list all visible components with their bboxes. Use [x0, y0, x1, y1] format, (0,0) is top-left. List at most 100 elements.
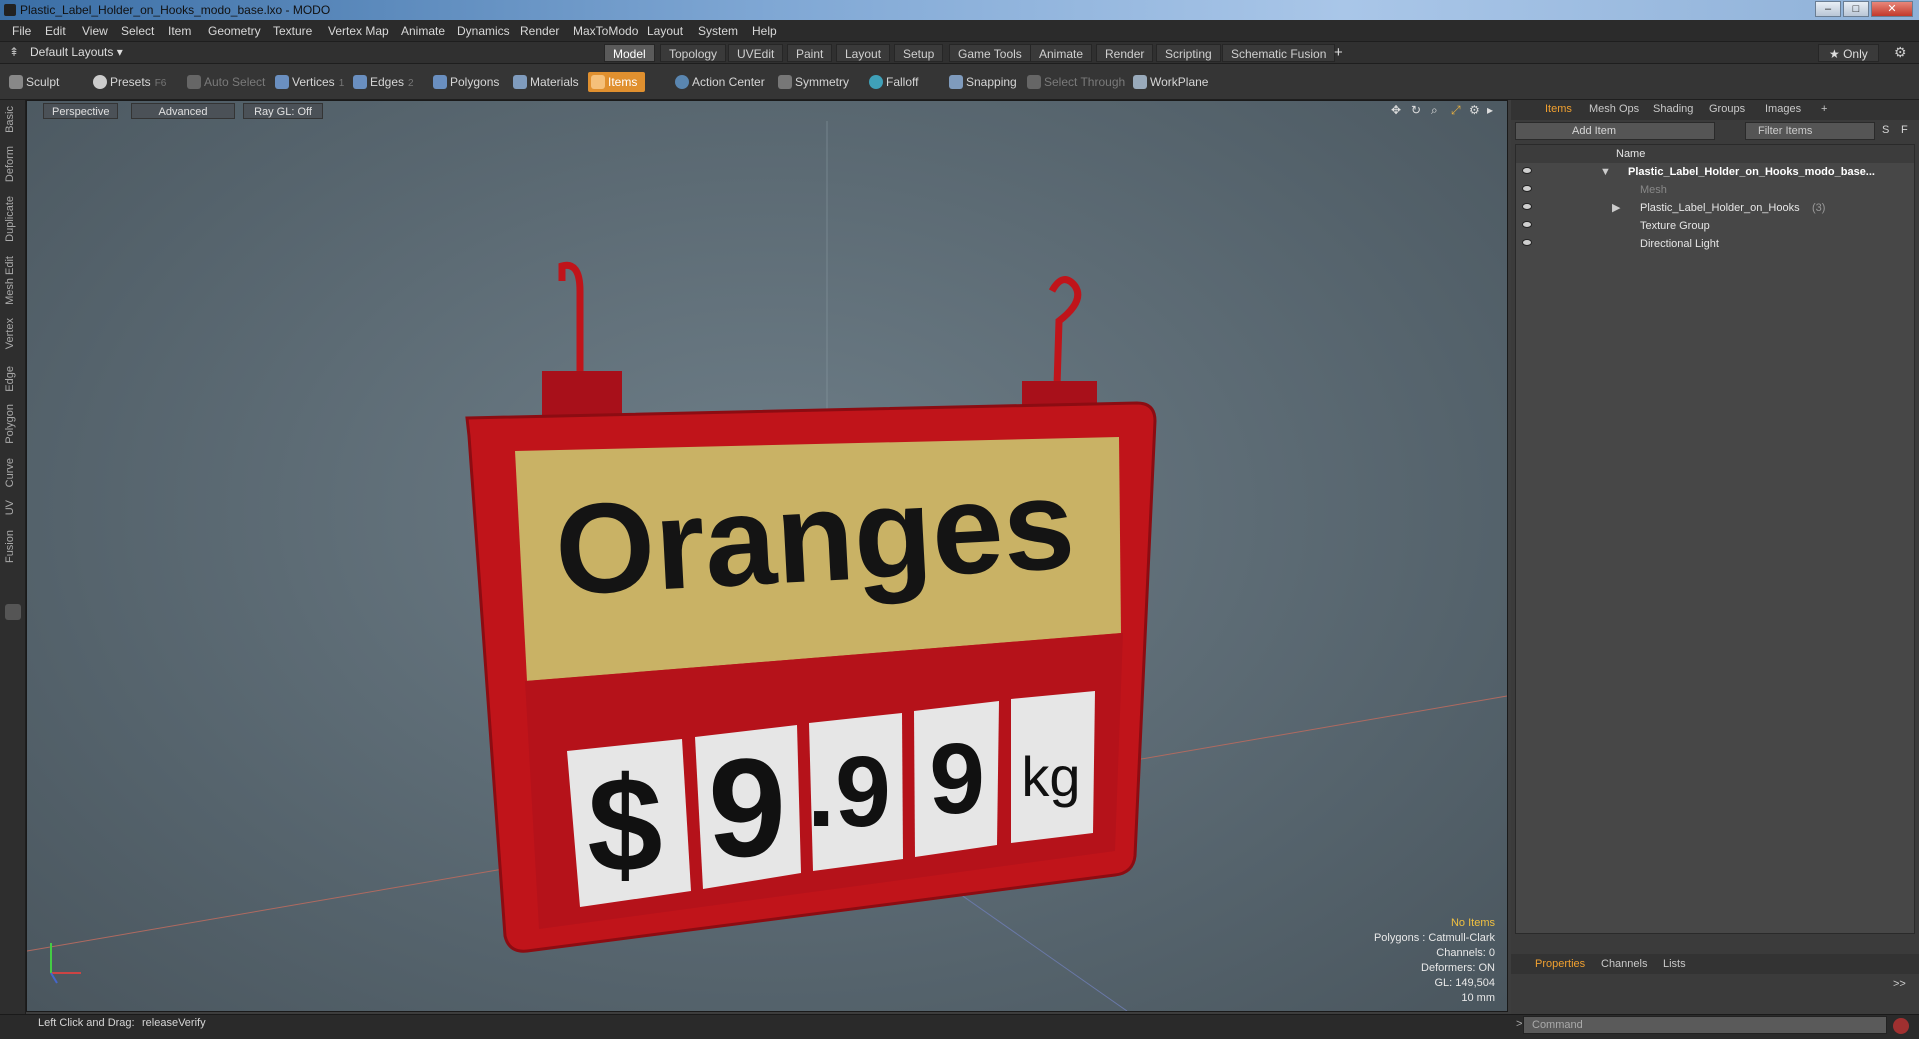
tab-schematic-fusion[interactable]: Schematic Fusion: [1222, 44, 1336, 62]
tab-images[interactable]: Images: [1759, 100, 1807, 118]
list-item[interactable]: ▼ Plastic_Label_Holder_on_Hooks_modo_bas…: [1516, 163, 1914, 181]
menu-render[interactable]: Render: [520, 24, 559, 38]
snapping-button[interactable]: Snapping: [946, 72, 1017, 92]
tab-properties[interactable]: Properties: [1529, 955, 1591, 973]
add-panel-tab-icon[interactable]: +: [1815, 100, 1833, 118]
tab-mesh-edit[interactable]: Mesh Edit: [4, 256, 20, 305]
close-button[interactable]: ✕: [1871, 1, 1913, 17]
minimize-button[interactable]: –: [1815, 1, 1841, 17]
maximize-button[interactable]: □: [1843, 1, 1869, 17]
menu-item[interactable]: Item: [168, 24, 191, 38]
fit-icon[interactable]: ⤢: [1451, 103, 1461, 118]
sculpt-button[interactable]: Sculpt: [6, 72, 59, 92]
zoom-icon[interactable]: ⌕: [1431, 103, 1438, 118]
tab-layout[interactable]: Layout: [836, 44, 891, 62]
pan-icon[interactable]: ✥: [1391, 103, 1401, 117]
rotate-icon[interactable]: ↻: [1411, 103, 1421, 117]
eye-icon[interactable]: [1522, 203, 1532, 210]
list-item[interactable]: ▶ Plastic_Label_Holder_on_Hooks (3): [1516, 199, 1914, 217]
tab-shading[interactable]: Shading: [1647, 100, 1699, 118]
menu-maxtomodo[interactable]: MaxToModo: [573, 24, 638, 38]
tab-deform[interactable]: Deform: [4, 146, 20, 182]
f-button[interactable]: F: [1901, 124, 1908, 136]
layout-menu-icon[interactable]: ⇞: [9, 45, 19, 59]
eye-icon[interactable]: [1522, 239, 1532, 246]
filter-items-input[interactable]: Filter Items: [1745, 122, 1875, 140]
menu-dynamics[interactable]: Dynamics: [457, 24, 510, 38]
menu-system[interactable]: System: [698, 24, 738, 38]
menu-select[interactable]: Select: [121, 24, 154, 38]
tab-scripting[interactable]: Scripting: [1156, 44, 1221, 62]
menu-edit[interactable]: Edit: [45, 24, 66, 38]
gear-icon[interactable]: ⚙: [1894, 44, 1907, 61]
auto-select-button[interactable]: Auto Select: [184, 72, 265, 92]
falloff-button[interactable]: Falloff: [866, 72, 918, 92]
edges-button[interactable]: Edges 2: [350, 72, 414, 92]
workplane-button[interactable]: WorkPlane: [1130, 72, 1208, 92]
expand-arrow-icon[interactable]: ▼: [1600, 163, 1611, 181]
items-button[interactable]: Items: [588, 72, 646, 92]
s-button[interactable]: S: [1882, 124, 1889, 136]
tab-model[interactable]: Model: [604, 44, 655, 62]
tab-fusion[interactable]: Fusion: [4, 530, 20, 563]
list-item[interactable]: Texture Group: [1516, 217, 1914, 235]
menu-animate[interactable]: Animate: [401, 24, 445, 38]
tab-paint[interactable]: Paint: [787, 44, 833, 62]
menu-geometry[interactable]: Geometry: [208, 24, 261, 38]
select-through-button[interactable]: Select Through: [1024, 72, 1125, 92]
eye-icon[interactable]: [1522, 221, 1532, 228]
menu-help[interactable]: Help: [752, 24, 777, 38]
list-item[interactable]: Directional Light: [1516, 235, 1914, 253]
tab-items[interactable]: Items: [1539, 100, 1578, 118]
polygons-button[interactable]: Polygons: [430, 72, 499, 92]
advanced-button[interactable]: Advanced: [131, 103, 235, 119]
materials-button[interactable]: Materials: [510, 72, 579, 92]
tab-groups[interactable]: Groups: [1703, 100, 1751, 118]
tab-uv[interactable]: UV: [4, 500, 20, 515]
default-layouts-dropdown[interactable]: Default Layouts ▾: [30, 45, 123, 59]
eye-icon[interactable]: [1522, 185, 1532, 192]
tab-setup[interactable]: Setup: [894, 44, 944, 62]
eye-icon[interactable]: [1522, 167, 1532, 174]
tab-vertex[interactable]: Vertex: [4, 318, 20, 349]
panel-toggle-button[interactable]: [5, 604, 21, 620]
raygl-button[interactable]: Ray GL: Off: [243, 103, 323, 119]
menu-file[interactable]: File: [12, 24, 31, 38]
only-toggle[interactable]: ★ Only: [1818, 44, 1879, 62]
tab-polygon[interactable]: Polygon: [4, 404, 20, 444]
gizmo-z: [50, 972, 58, 984]
add-tab-icon[interactable]: +: [1334, 44, 1343, 61]
expand-button[interactable]: >>: [1893, 978, 1906, 990]
menu-layout[interactable]: Layout: [647, 24, 683, 38]
viewport-gear-icon[interactable]: ⚙: [1469, 103, 1480, 117]
menu-texture[interactable]: Texture: [273, 24, 312, 38]
tab-duplicate[interactable]: Duplicate: [4, 196, 20, 242]
vertices-button[interactable]: Vertices 1: [272, 72, 344, 92]
perspective-button[interactable]: Perspective: [43, 103, 119, 119]
menu-vertex-map[interactable]: Vertex Map: [328, 24, 389, 38]
3d-viewport[interactable]: Perspective Advanced Ray GL: Off ✥ ↻ ⌕ ⤢…: [26, 100, 1508, 1012]
add-item-button[interactable]: Add Item: [1515, 122, 1715, 140]
tab-edge[interactable]: Edge: [4, 366, 20, 392]
tab-topology[interactable]: Topology: [660, 44, 727, 62]
presets-button[interactable]: Presets F6: [90, 72, 166, 92]
tab-channels[interactable]: Channels: [1595, 955, 1653, 973]
texture-group-label: Texture Group: [1640, 220, 1710, 232]
tab-curve[interactable]: Curve: [4, 458, 20, 487]
menu-view[interactable]: View: [82, 24, 108, 38]
tab-game-tools[interactable]: Game Tools: [949, 44, 1031, 62]
tab-lists[interactable]: Lists: [1657, 955, 1692, 973]
symmetry-button[interactable]: Symmetry: [775, 72, 849, 92]
tab-animate[interactable]: Animate: [1030, 44, 1093, 62]
command-input[interactable]: Command: [1523, 1016, 1887, 1034]
tab-basic[interactable]: Basic: [4, 106, 20, 133]
tab-render[interactable]: Render: [1096, 44, 1154, 62]
menu-bar: File Edit View Select Item Geometry Text…: [0, 20, 1919, 42]
tab-mesh-ops[interactable]: Mesh Ops: [1583, 100, 1645, 118]
tab-uvedit[interactable]: UVEdit: [728, 44, 784, 62]
expand-arrow-icon[interactable]: ▶: [1612, 199, 1620, 217]
record-icon[interactable]: [1893, 1018, 1909, 1034]
viewport-menu-icon[interactable]: ▸: [1487, 103, 1493, 117]
list-item[interactable]: Mesh: [1516, 181, 1914, 199]
action-center-button[interactable]: Action Center: [672, 72, 765, 92]
